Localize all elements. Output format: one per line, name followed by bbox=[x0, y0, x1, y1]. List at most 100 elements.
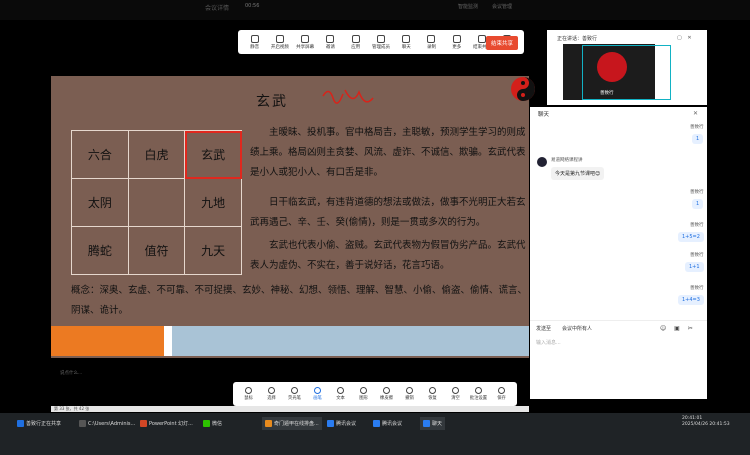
move-icon bbox=[268, 387, 275, 394]
message-sender: 善致行 bbox=[690, 253, 704, 258]
grid-cell: 六合 bbox=[71, 130, 129, 179]
chat-composer: 发送至 会议中所有人 ☺ ▣ ✂ 输入消息... bbox=[530, 320, 707, 399]
grid-cell: 太阴 bbox=[71, 178, 129, 227]
message-sender: 善致行 bbox=[690, 286, 704, 291]
pen-icon bbox=[314, 387, 321, 394]
tool-select[interactable]: 选择 bbox=[260, 387, 283, 401]
message-sender: 善致行 bbox=[690, 125, 704, 130]
share-icon bbox=[17, 420, 24, 427]
gear-icon bbox=[475, 387, 482, 394]
shield-icon bbox=[326, 34, 335, 43]
panel-controls-icon[interactable]: ▢ ✕ bbox=[677, 35, 694, 41]
slide-paragraph: 日干临玄武，有违背道德的想法或做法，做事不光明正大若玄武再遇己、辛、壬、癸(偷情… bbox=[250, 197, 526, 228]
chat-input[interactable]: 输入消息... bbox=[536, 339, 561, 346]
tool-shape[interactable]: 图形 bbox=[352, 387, 375, 401]
video-button[interactable]: 开启视频 bbox=[267, 34, 292, 50]
taskbar-item-powerpoint[interactable]: PowerPoint 幻灯... bbox=[137, 417, 196, 430]
taskbar-item-cmd[interactable]: C:\Users\Adminis... bbox=[76, 417, 138, 430]
chat-button[interactable]: 聊天 bbox=[394, 34, 419, 50]
grid-cell: 值符 bbox=[127, 226, 186, 275]
tool-settings[interactable]: 批注设置 bbox=[467, 387, 490, 401]
meeting-top-bar: 会议详情 00:56 智能监测 会议管理 bbox=[0, 0, 750, 20]
meeting-timer: 00:56 bbox=[245, 3, 260, 9]
emoji-icon[interactable]: ☺ ▣ ✂ bbox=[660, 325, 696, 332]
chat-icon bbox=[423, 420, 430, 427]
cursor-icon bbox=[245, 387, 252, 394]
tool-eraser[interactable]: 橡皮擦 bbox=[375, 387, 398, 401]
taskbar-item-wechat[interactable]: 微信 bbox=[200, 417, 225, 430]
manage-link[interactable]: 会议管理 bbox=[492, 3, 512, 10]
taskbar-item-share[interactable]: 善致行正在共享 bbox=[14, 417, 64, 430]
slide-status-bar: 第 33 张，共 42 张 bbox=[51, 406, 529, 412]
record-button[interactable]: 录制 bbox=[419, 34, 444, 50]
members-button[interactable]: 管理成员 bbox=[368, 34, 393, 50]
text-icon bbox=[337, 387, 344, 394]
monitor-link[interactable]: 智能监测 bbox=[458, 3, 478, 10]
message-bubble: 1 bbox=[692, 199, 704, 209]
grid-cell bbox=[127, 178, 186, 227]
people-icon bbox=[376, 34, 385, 43]
tool-mouse[interactable]: 鼠标 bbox=[237, 387, 260, 401]
shape-icon bbox=[360, 387, 367, 394]
clock-date: 2025/04/26 20:41:53 bbox=[682, 422, 730, 427]
clear-icon bbox=[452, 387, 459, 394]
stop-icon bbox=[478, 34, 487, 43]
yinyang-logo bbox=[511, 77, 535, 101]
message-bubble: 1+4=3 bbox=[678, 295, 704, 305]
chat-title: 聊天 bbox=[538, 112, 550, 118]
share-screen-button[interactable]: 共享屏幕 bbox=[293, 34, 318, 50]
message-input-hint[interactable]: 说点什么... bbox=[60, 370, 82, 376]
browser-icon bbox=[265, 420, 272, 427]
meeting-icon bbox=[327, 420, 334, 427]
chat-panel: 聊天 ✕ 善致行 1 易道网络课程讲 今天是第九节课吧😊 善致行 1 善致行 1… bbox=[530, 107, 707, 399]
tool-highlighter[interactable]: 荧光笔 bbox=[283, 387, 306, 401]
participant-name: 善致行 bbox=[600, 91, 614, 96]
taskbar-item-chat[interactable]: 聊天 bbox=[420, 417, 446, 430]
grid-cell-highlighted: 玄武 bbox=[184, 130, 242, 179]
taskbar-item-qimen[interactable]: 奇门遁甲在线排盘... bbox=[262, 417, 322, 430]
apps-button[interactable]: 应用 bbox=[343, 34, 368, 50]
eraser-icon bbox=[383, 387, 390, 394]
grid-cell: 腾蛇 bbox=[71, 226, 129, 275]
end-share-button[interactable]: 结束共享 bbox=[485, 36, 518, 50]
invite-button[interactable]: 邀请 bbox=[318, 34, 343, 50]
message-bubble: 1+1 bbox=[685, 262, 704, 272]
annotation-toolbar: 鼠标 选择 荧光笔 画笔 文本 图形 橡皮擦 撤销 恢复 清空 批注设置 保存 bbox=[233, 382, 517, 406]
meeting-title[interactable]: 会议详情 bbox=[205, 3, 229, 12]
decor-divider bbox=[164, 326, 172, 356]
annotation-scribble bbox=[322, 89, 374, 104]
message-sender: 善致行 bbox=[690, 190, 704, 195]
wechat-icon bbox=[203, 420, 210, 427]
mute-button[interactable]: 静音 bbox=[242, 34, 267, 50]
highlighter-icon bbox=[291, 387, 298, 394]
meeting-toolbar: 静音 开启视频 共享屏幕 邀请 应用 管理成员 聊天 录制 更多 结束共享 暂停… bbox=[238, 30, 524, 54]
taskbar-item-tencent-meeting-2[interactable]: 腾讯会议 bbox=[370, 417, 405, 430]
tool-undo[interactable]: 撤销 bbox=[398, 387, 421, 401]
record-icon bbox=[427, 34, 436, 43]
grid-cell: 九地 bbox=[184, 178, 242, 227]
grid-icon bbox=[351, 34, 360, 43]
tool-text[interactable]: 文本 bbox=[329, 387, 352, 401]
slide-title: 玄武 bbox=[256, 94, 288, 110]
screen-icon bbox=[301, 34, 310, 43]
right-edge bbox=[707, 20, 750, 410]
tool-save[interactable]: 保存 bbox=[490, 387, 513, 401]
message-bubble: 1 bbox=[692, 134, 704, 144]
save-icon bbox=[498, 387, 505, 394]
more-button[interactable]: 更多 bbox=[444, 34, 469, 50]
recipient-select[interactable]: 会议中所有人 bbox=[562, 325, 592, 332]
message-sender: 易道网络课程讲 bbox=[551, 158, 583, 163]
mic-icon bbox=[250, 34, 259, 43]
avatar bbox=[537, 157, 547, 167]
taskbar-item-tencent-meeting[interactable]: 腾讯会议 bbox=[324, 417, 359, 430]
undo-icon bbox=[406, 387, 413, 394]
more-icon bbox=[452, 34, 461, 43]
video-tile[interactable] bbox=[582, 45, 671, 100]
camera-icon bbox=[275, 34, 284, 43]
presentation-slide: 玄武 六合 白虎 玄武 太阴 九地 腾蛇 值符 九天 主暧昧、投机事。官中格局吉… bbox=[51, 76, 535, 358]
tool-redo[interactable]: 恢复 bbox=[421, 387, 444, 401]
slide-paragraph: 主暧昧、投机事。官中格局吉，主聪敏，预测学生学习的则成绩上乘。格局凶则主贪婪、风… bbox=[250, 127, 526, 178]
tool-clear[interactable]: 清空 bbox=[444, 387, 467, 401]
close-icon[interactable]: ✕ bbox=[693, 110, 698, 117]
tool-pen[interactable]: 画笔 bbox=[306, 387, 329, 401]
